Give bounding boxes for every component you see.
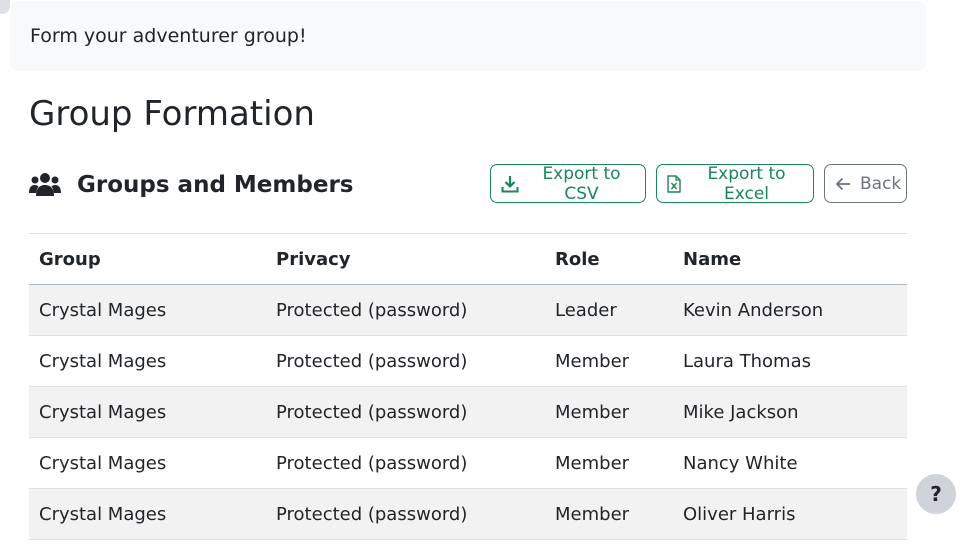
export-csv-button[interactable]: Export to CSV xyxy=(490,163,646,204)
cell-role: Member xyxy=(545,335,673,387)
file-excel-icon xyxy=(667,174,681,193)
cell-role: Leader xyxy=(545,284,673,336)
page: Form your adventurer group! Group Format… xyxy=(0,0,972,547)
cell-privacy: Protected (password) xyxy=(266,488,545,540)
back-button[interactable]: Back xyxy=(824,164,907,203)
cell-role: Member xyxy=(545,386,673,438)
cell-privacy: Protected (password) xyxy=(266,335,545,387)
export-csv-label: Export to CSV xyxy=(542,163,621,204)
download-icon xyxy=(501,175,519,192)
cell-privacy: Protected (password) xyxy=(266,437,545,489)
cell-role: Member xyxy=(545,437,673,489)
back-label: Back xyxy=(860,173,902,194)
users-icon xyxy=(29,172,61,198)
cell-group: Crystal Mages xyxy=(29,284,266,336)
cell-privacy: Protected (password) xyxy=(266,386,545,438)
groups-table: Group Privacy Role Name Crystal Mages Pr… xyxy=(29,233,907,540)
cell-group: Crystal Mages xyxy=(29,335,266,387)
cell-name: Mike Jackson xyxy=(673,386,907,438)
alert-corner-decoration xyxy=(0,0,10,14)
cell-group: Crystal Mages xyxy=(29,488,266,540)
cell-name: Oliver Harris xyxy=(673,488,907,540)
help-button[interactable]: ? xyxy=(916,474,956,514)
table-row: Crystal Mages Protected (password) Membe… xyxy=(29,437,907,489)
cell-group: Crystal Mages xyxy=(29,437,266,489)
section-header: Groups and Members Export to CSV Export … xyxy=(29,164,907,204)
table-row: Crystal Mages Protected (password) Leade… xyxy=(29,284,907,336)
alert-text: Form your adventurer group! xyxy=(30,25,307,47)
column-header-name: Name xyxy=(673,233,907,285)
table-header: Group Privacy Role Name xyxy=(29,233,907,285)
table-row: Crystal Mages Protected (password) Membe… xyxy=(29,335,907,387)
cell-group: Crystal Mages xyxy=(29,386,266,438)
table-row: Crystal Mages Protected (password) Membe… xyxy=(29,386,907,438)
page-title: Group Formation xyxy=(29,94,315,134)
help-label: ? xyxy=(930,482,942,506)
info-alert: Form your adventurer group! xyxy=(10,1,926,71)
table-header-row: Group Privacy Role Name xyxy=(29,233,907,285)
cell-name: Laura Thomas xyxy=(673,335,907,387)
export-excel-button[interactable]: Export to Excel xyxy=(656,163,814,204)
export-excel-label: Export to Excel xyxy=(707,163,786,204)
section-title: Groups and Members xyxy=(77,172,354,198)
column-header-privacy: Privacy xyxy=(266,233,545,285)
column-header-role: Role xyxy=(545,233,673,285)
table-row: Crystal Mages Protected (password) Membe… xyxy=(29,488,907,540)
cell-privacy: Protected (password) xyxy=(266,284,545,336)
cell-role: Member xyxy=(545,488,673,540)
cell-name: Kevin Anderson xyxy=(673,284,907,336)
table-body: Crystal Mages Protected (password) Leade… xyxy=(29,284,907,540)
arrow-left-icon xyxy=(836,177,850,190)
column-header-group: Group xyxy=(29,233,266,285)
cell-name: Nancy White xyxy=(673,437,907,489)
